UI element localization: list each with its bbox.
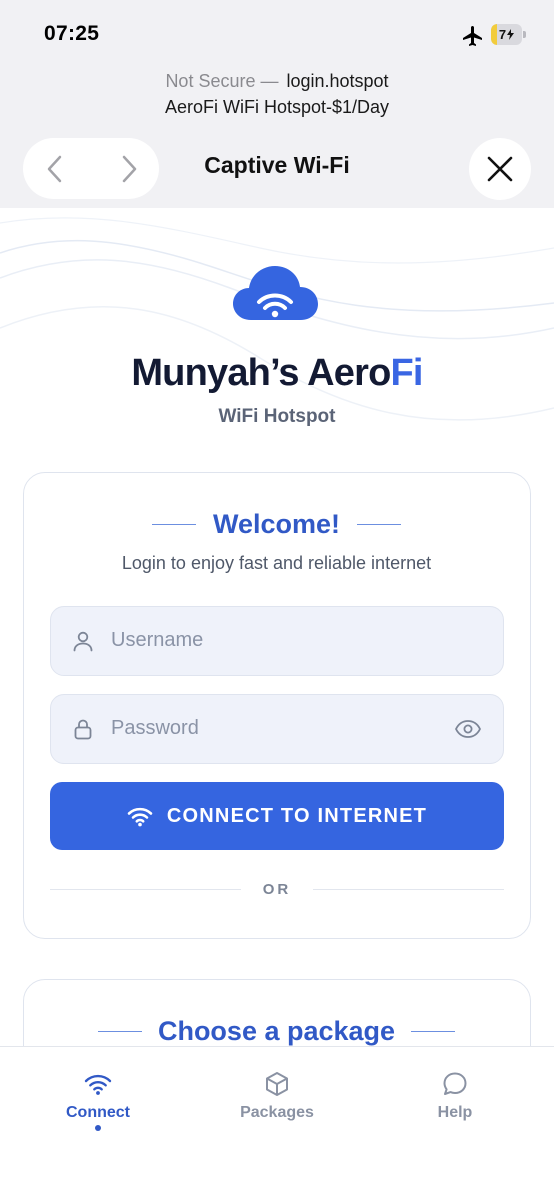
close-button[interactable] xyxy=(469,138,531,200)
wifi-icon xyxy=(127,807,153,827)
heading-divider-right xyxy=(357,523,402,526)
login-card: Welcome! Login to enjoy fast and reliabl… xyxy=(23,472,531,939)
heading-divider-left xyxy=(151,523,196,526)
active-tab-indicator xyxy=(95,1125,101,1131)
brand-subtitle: WiFi Hotspot xyxy=(218,406,336,427)
connect-button[interactable]: CONNECT TO INTERNET xyxy=(50,782,504,850)
tab-help-label: Help xyxy=(437,1104,473,1121)
package-heading: Choose a package xyxy=(157,1016,396,1046)
chat-bubble-icon xyxy=(443,1072,467,1095)
welcome-heading-row: Welcome! xyxy=(24,509,529,540)
url-host: login.hotspot xyxy=(286,71,389,91)
or-line-right xyxy=(313,888,504,891)
tab-connect[interactable]: Connect xyxy=(33,1047,163,1147)
package-divider-right xyxy=(411,1030,456,1033)
username-input[interactable] xyxy=(111,607,441,674)
package-divider-left xyxy=(97,1030,142,1033)
airplane-mode-icon xyxy=(463,26,482,46)
captive-portal-chrome: 07:25 7 Not Secure — login.hotspot AeroFi… xyxy=(0,0,554,208)
security-label: Not Secure — xyxy=(165,71,279,91)
battery-level: 7 xyxy=(491,24,522,45)
tab-help[interactable]: Help xyxy=(390,1047,520,1147)
battery-cap xyxy=(523,31,526,38)
url-line: Not Secure — login.hotspot xyxy=(0,70,554,92)
box-icon xyxy=(266,1072,288,1096)
status-time: 07:25 xyxy=(44,22,100,45)
battery-indicator: 7 xyxy=(491,24,526,45)
or-label: OR xyxy=(262,881,292,898)
or-divider: OR xyxy=(50,881,504,898)
welcome-heading: Welcome! xyxy=(212,509,341,539)
wifi-icon xyxy=(84,1074,112,1095)
tab-packages[interactable]: Packages xyxy=(212,1047,342,1147)
bottom-tab-bar: Connect Packages Help xyxy=(0,1046,554,1199)
tab-packages-label: Packages xyxy=(240,1104,314,1121)
user-icon xyxy=(73,631,93,652)
battery-level-value: 7 xyxy=(498,27,507,42)
or-line-left xyxy=(50,888,241,891)
background-waves xyxy=(0,217,554,421)
tab-connect-label: Connect xyxy=(66,1104,130,1121)
show-password-toggle[interactable] xyxy=(451,713,485,745)
cloud-wifi-icon xyxy=(233,266,318,320)
connect-button-label: CONNECT TO INTERNET xyxy=(166,804,428,827)
close-icon xyxy=(487,156,513,182)
charging-bolt-icon xyxy=(507,29,515,40)
page-title: AeroFi WiFi Hotspot-$1/Day xyxy=(164,97,390,117)
password-input[interactable] xyxy=(111,695,441,762)
brand-name: Munyah’s Aero xyxy=(131,352,391,394)
password-field[interactable] xyxy=(50,694,504,764)
username-field[interactable] xyxy=(50,606,504,676)
welcome-subheading: Login to enjoy fast and reliable interne… xyxy=(121,553,432,573)
brand-name-accent: Fi xyxy=(390,352,424,394)
package-heading-row: Choose a package xyxy=(24,1016,529,1047)
lock-icon xyxy=(74,719,92,740)
brand-title: Munyah’s AeroFi xyxy=(0,352,554,395)
eye-icon xyxy=(455,720,481,738)
